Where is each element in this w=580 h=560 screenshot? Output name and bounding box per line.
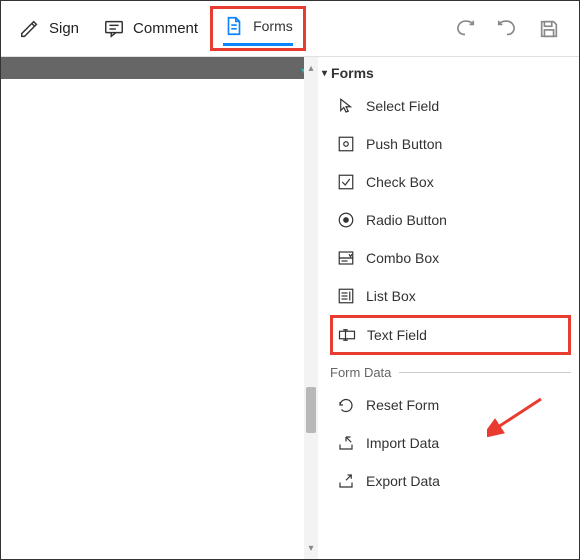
- tool-label: Text Field: [367, 327, 427, 343]
- sign-label: Sign: [49, 20, 79, 37]
- panel-title: Forms: [331, 65, 374, 81]
- push-button-icon: [336, 134, 356, 154]
- comment-label: Comment: [133, 20, 198, 37]
- select-field-tool[interactable]: Select Field: [330, 87, 571, 125]
- divider: [399, 372, 571, 373]
- tool-label: Combo Box: [366, 250, 439, 266]
- reset-icon: [336, 395, 356, 415]
- tool-label: List Box: [366, 288, 416, 304]
- save-button[interactable]: [535, 15, 563, 43]
- document-area: [1, 57, 317, 559]
- combo-box-icon: [336, 248, 356, 268]
- radio-button-tool[interactable]: Radio Button: [330, 201, 571, 239]
- tool-label: Check Box: [366, 174, 434, 190]
- panel-header[interactable]: ▾ Forms: [318, 63, 579, 87]
- collapse-caret-icon: ▾: [322, 68, 327, 79]
- item-label: Import Data: [366, 435, 439, 451]
- forms-tab[interactable]: Forms: [210, 6, 306, 51]
- import-icon: [336, 433, 356, 453]
- pen-icon: [19, 18, 41, 40]
- tool-label: Radio Button: [366, 212, 447, 228]
- export-icon: [336, 471, 356, 491]
- undo-button[interactable]: [493, 15, 521, 43]
- toolbar-right-group: [451, 15, 573, 43]
- combo-box-tool[interactable]: Combo Box: [330, 239, 571, 277]
- content-area: ▴ ▾ ▾ Forms Select Field: [1, 57, 579, 559]
- tool-label: Push Button: [366, 136, 442, 152]
- scrollbar-thumb[interactable]: [306, 387, 316, 433]
- comment-icon: [103, 18, 125, 40]
- comment-button[interactable]: Comment: [91, 10, 210, 48]
- checkbox-icon: [336, 172, 356, 192]
- list-box-tool[interactable]: List Box: [330, 277, 571, 315]
- check-box-tool[interactable]: Check Box: [330, 163, 571, 201]
- export-data-item[interactable]: Export Data: [330, 462, 571, 500]
- cursor-icon: [336, 96, 356, 116]
- list-box-icon: [336, 286, 356, 306]
- sign-button[interactable]: Sign: [7, 10, 91, 48]
- item-label: Export Data: [366, 473, 440, 489]
- scrollbar-track[interactable]: ▴ ▾: [304, 57, 318, 559]
- push-button-tool[interactable]: Push Button: [330, 125, 571, 163]
- section-title: Form Data: [330, 365, 391, 380]
- text-field-tool[interactable]: Text Field: [330, 315, 571, 355]
- scroll-up-icon[interactable]: ▴: [304, 61, 318, 75]
- item-label: Reset Form: [366, 397, 439, 413]
- scroll-down-icon[interactable]: ▾: [304, 541, 318, 555]
- form-data-list: Reset Form Import Data: [318, 386, 579, 500]
- form-tools-list: Select Field Push Button: [318, 87, 579, 355]
- import-data-item[interactable]: Import Data: [330, 424, 571, 462]
- forms-side-panel: ▴ ▾ ▾ Forms Select Field: [317, 57, 579, 559]
- tool-label: Select Field: [366, 98, 439, 114]
- forms-label: Forms: [253, 18, 293, 34]
- document-ruler: [1, 57, 317, 79]
- reset-form-item[interactable]: Reset Form: [330, 386, 571, 424]
- text-field-icon: [337, 325, 357, 345]
- forms-icon: [223, 15, 245, 37]
- top-toolbar: Sign Comment Forms: [1, 1, 579, 57]
- active-tab-underline: [223, 43, 293, 46]
- form-data-section-header: Form Data: [318, 355, 579, 386]
- redo-button[interactable]: [451, 15, 479, 43]
- radio-icon: [336, 210, 356, 230]
